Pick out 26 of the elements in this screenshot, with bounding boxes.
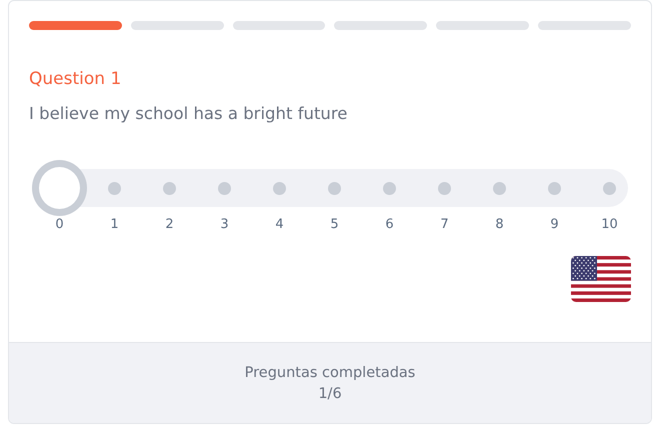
- footer-title: Preguntas completadas: [244, 364, 416, 380]
- scale-label: 6: [385, 217, 394, 232]
- option-dot[interactable]: [328, 182, 341, 194]
- scale-label: 10: [601, 217, 618, 232]
- question-text: I believe my school has a bright future: [29, 104, 348, 123]
- option-dot[interactable]: [603, 182, 616, 194]
- option-dot[interactable]: [493, 182, 506, 194]
- option-dot[interactable]: [383, 182, 396, 194]
- option-dot[interactable]: [108, 182, 121, 194]
- option-dot[interactable]: [273, 182, 286, 194]
- scale-label: 9: [550, 217, 559, 232]
- completed-count: 1/6: [318, 386, 342, 402]
- option-dot[interactable]: [163, 182, 176, 194]
- flag-icon[interactable]: [571, 256, 631, 302]
- scale-label: 7: [440, 217, 449, 232]
- scale-label: 3: [220, 217, 229, 232]
- option-dot[interactable]: [438, 182, 451, 194]
- option-dot[interactable]: [218, 182, 231, 194]
- scale-label: 1: [110, 217, 119, 232]
- scale-label: 2: [165, 217, 174, 232]
- option-dot[interactable]: [548, 182, 561, 194]
- scale-label: 8: [495, 217, 504, 232]
- scale-label: 4: [275, 217, 284, 232]
- scale-label: 5: [330, 217, 339, 232]
- question-number: Question 1: [29, 69, 122, 89]
- scale-label: 0: [55, 217, 64, 232]
